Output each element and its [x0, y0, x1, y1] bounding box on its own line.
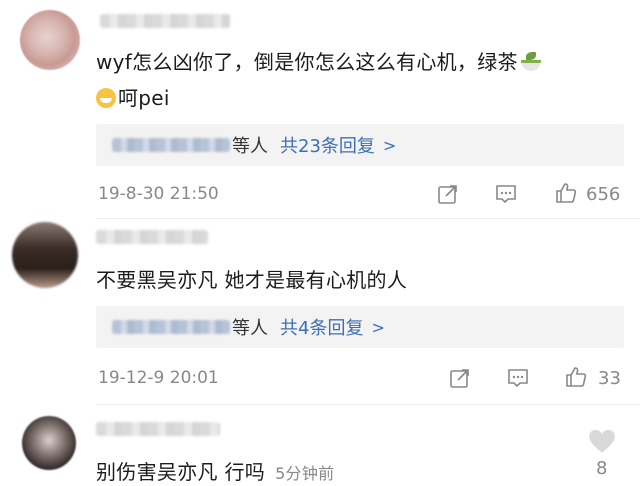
reply-usernames-blurred	[112, 320, 230, 334]
timestamp: 19-12-9 20:01	[98, 368, 219, 388]
comment-text-label: 别伤害吴亦凡 行吗	[96, 460, 266, 484]
reply-suffix: 等人	[232, 136, 268, 157]
username-blurred[interactable]	[96, 230, 208, 244]
share-icon[interactable]	[436, 182, 460, 206]
avatar[interactable]	[20, 10, 80, 70]
reply-usernames-blurred	[112, 138, 230, 152]
divider	[96, 404, 640, 405]
comment-icon[interactable]	[494, 182, 518, 206]
time-ago: 5分钟前	[275, 464, 335, 483]
divider	[96, 218, 640, 219]
comment-text: 不要黑吴亦凡 她才是最有心机的人	[96, 268, 408, 292]
username-blurred[interactable]	[100, 14, 230, 28]
username-blurred[interactable]	[96, 422, 220, 436]
reply-count-link[interactable]: 共23条回复	[280, 132, 375, 158]
like-count: 33	[598, 368, 621, 389]
reply-count-link[interactable]: 共4条回复	[280, 314, 363, 340]
like-count: 656	[586, 184, 621, 205]
share-icon[interactable]	[448, 366, 472, 390]
comment-text: 别伤害吴亦凡 行吗 5分钟前	[96, 456, 334, 485]
like-count: 8	[596, 458, 608, 479]
comment-text-line2-label: 呵pei	[118, 86, 170, 110]
thumbs-up-icon[interactable]	[554, 181, 578, 205]
green-tea-emoji	[520, 52, 542, 72]
reply-summary[interactable]: 等人 共4条回复 >	[96, 306, 624, 348]
chevron-right-icon: >	[371, 317, 385, 337]
reply-summary[interactable]: 等人 共23条回复 >	[96, 124, 624, 166]
comment-text-line2: 呵pei	[96, 82, 170, 111]
avatar[interactable]	[12, 222, 78, 288]
comment-icon[interactable]	[506, 366, 530, 390]
chevron-right-icon: >	[382, 135, 397, 155]
comment-text: wyf怎么凶你了，倒是你怎么这么有心机，绿茶	[96, 46, 542, 75]
comment-text-line1: wyf怎么凶你了，倒是你怎么这么有心机，绿茶	[96, 50, 518, 74]
grinning-face-emoji	[96, 88, 116, 108]
timestamp: 19-8-30 21:50	[98, 184, 219, 204]
reply-suffix: 等人	[232, 318, 268, 339]
avatar[interactable]	[22, 416, 76, 470]
thumbs-up-icon[interactable]	[564, 365, 588, 389]
heart-icon[interactable]	[588, 428, 616, 454]
